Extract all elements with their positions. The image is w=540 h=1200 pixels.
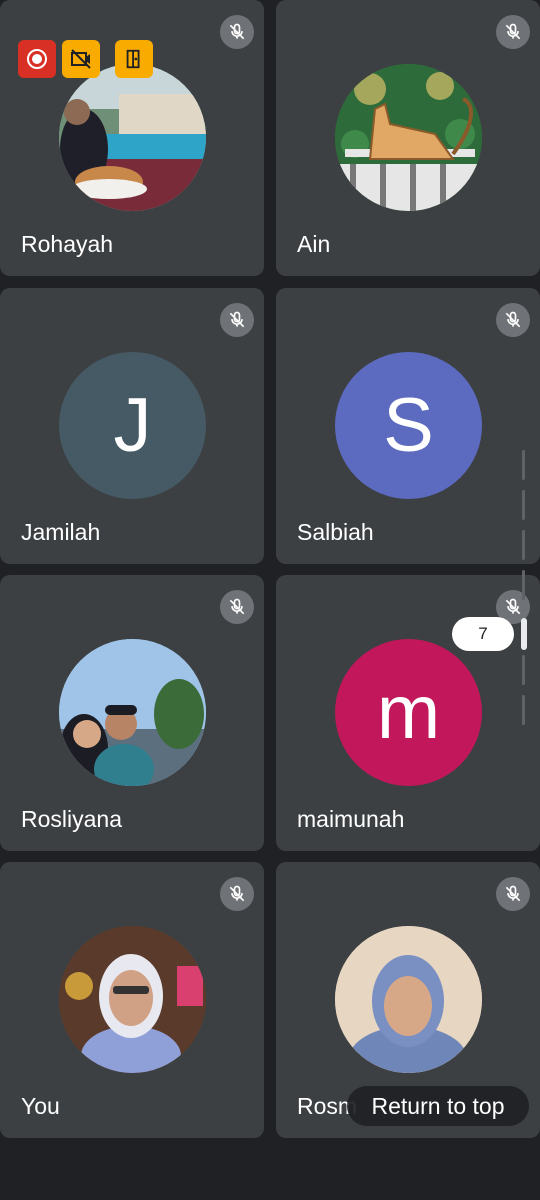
recording-icon [18, 40, 56, 78]
avatar-initial: m [376, 669, 441, 755]
muted-mic-icon [220, 15, 254, 49]
avatar [59, 64, 206, 211]
avatar [59, 926, 206, 1073]
participant-name: Salbiah [297, 519, 374, 545]
participant-tile[interactable]: J Jamilah [0, 288, 264, 564]
muted-mic-icon [496, 877, 530, 911]
scrollbar[interactable] [521, 450, 527, 725]
avatar: J [59, 352, 206, 499]
participant-name: You [21, 1093, 60, 1119]
muted-mic-icon [220, 590, 254, 624]
participant-name: Jamilah [21, 519, 101, 545]
avatar [335, 926, 482, 1073]
participant-tile[interactable]: You [0, 862, 264, 1138]
no-camera-icon [62, 40, 100, 78]
participant-tile[interactable]: Ain [276, 0, 540, 276]
participant-name: Ain [297, 231, 331, 257]
participant-name: Rohayah [21, 231, 114, 257]
muted-mic-icon [496, 15, 530, 49]
muted-mic-icon [220, 877, 254, 911]
exit-door-icon [115, 40, 153, 78]
avatar-initial: S [383, 382, 434, 468]
muted-mic-icon [496, 303, 530, 337]
return-to-top-button[interactable]: Return to top [347, 1086, 529, 1126]
avatar [335, 64, 482, 211]
participant-name: maimunah [297, 806, 405, 832]
avatar: S [335, 352, 482, 499]
muted-mic-icon [220, 303, 254, 337]
participant-tile[interactable]: Rosliyana [0, 575, 264, 851]
avatar-initial: J [113, 382, 152, 468]
participant-tile[interactable]: S Salbiah [276, 288, 540, 564]
avatar [59, 639, 206, 786]
participant-name: Rosliyana [21, 806, 122, 832]
page-indicator: 7 [452, 617, 514, 651]
scroll-thumb[interactable] [521, 618, 527, 650]
avatar: m [335, 639, 482, 786]
